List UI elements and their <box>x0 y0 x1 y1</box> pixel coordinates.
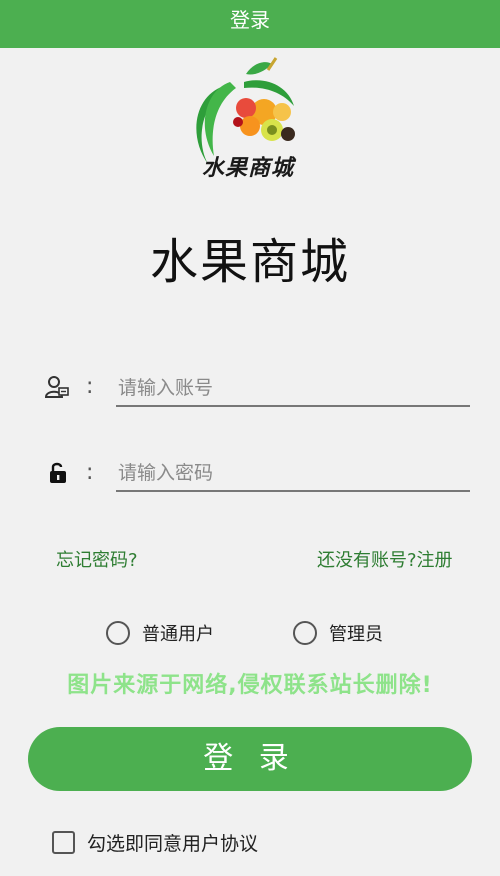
radio-label-admin: 管理员 <box>329 624 383 645</box>
agreement-label: 勾选即同意用户协议 <box>87 833 259 855</box>
register-link[interactable]: 还没有账号?注册 <box>317 546 453 572</box>
fruit-logo: 水果商城 <box>184 56 312 184</box>
radio-label-normal-user: 普通用户 <box>142 624 214 645</box>
radio-circle[interactable] <box>293 621 317 645</box>
page-title: 登录 <box>230 8 270 32</box>
password-input[interactable] <box>116 456 470 492</box>
account-colon: : <box>86 374 94 399</box>
agreement-checkbox-row[interactable]: 勾选即同意用户协议 <box>52 829 258 856</box>
app-title: 水果商城 <box>149 234 350 290</box>
copyright-notice: 图片来源于网络,侵权联系站长删除! <box>67 673 433 698</box>
logo-text: 水果商城 <box>201 155 294 181</box>
account-input[interactable] <box>116 371 470 407</box>
lock-icon <box>46 460 72 486</box>
user-icon <box>44 374 70 400</box>
radio-normal-user[interactable]: 普通用户 <box>106 620 214 646</box>
password-colon: : <box>86 460 94 485</box>
radio-admin[interactable]: 管理员 <box>293 620 383 646</box>
forgot-password-link[interactable]: 忘记密码? <box>56 546 138 572</box>
login-button[interactable]: 登 录 <box>28 727 472 791</box>
radio-circle[interactable] <box>106 621 130 645</box>
agreement-checkbox[interactable] <box>52 831 75 854</box>
top-app-bar: 登录 <box>0 0 500 48</box>
